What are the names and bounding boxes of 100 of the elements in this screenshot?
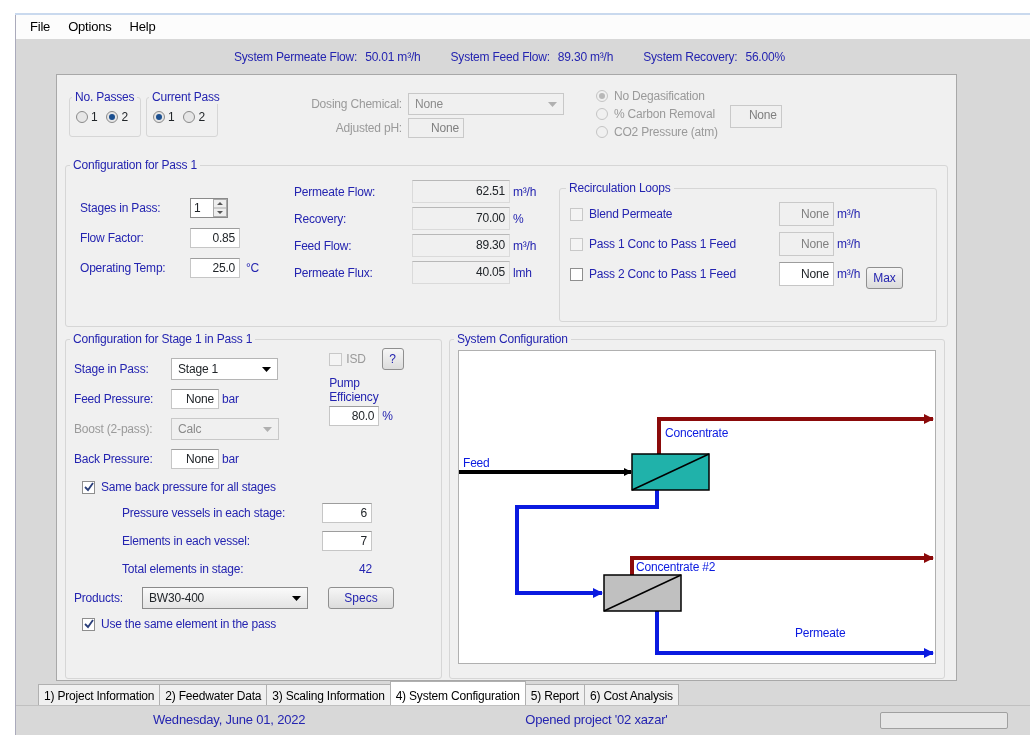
tab[interactable]: 3) Scaling Information <box>266 684 391 705</box>
radio-label: % Carbon Removal <box>614 106 715 123</box>
summary-label: System Permeate Flow: <box>234 48 358 66</box>
value-text: 42 <box>358 560 372 578</box>
field-label: Pump Efficiency <box>329 376 380 404</box>
unit-label: m³/h <box>513 183 537 201</box>
radio-label: 2 <box>121 109 128 126</box>
radio-label: 2 <box>198 109 205 126</box>
checkbox-label: Pass 1 Conc to Pass 1 Feed <box>589 236 737 253</box>
flow-label: Permeate <box>795 626 846 640</box>
summary-value: 89.30 m³/h <box>557 48 614 66</box>
input-field[interactable]: 6 <box>322 502 372 523</box>
unit-label: % <box>382 408 393 425</box>
help-button[interactable]: ? <box>381 348 404 370</box>
tab[interactable]: 1) Project Information <box>38 684 161 705</box>
tab[interactable]: 6) Cost Analysis <box>584 684 679 705</box>
dropdown-caret-icon <box>262 366 271 372</box>
checkbox[interactable] <box>82 617 95 631</box>
radio-label: CO2 Pressure (atm) <box>614 124 718 141</box>
radio-label: 1 <box>91 109 98 126</box>
flow-label: Concentrate <box>665 426 729 440</box>
readout-field: 89.30 <box>412 234 510 257</box>
field-label: Boost (2-pass): <box>74 421 154 438</box>
input-field[interactable]: 25.0 <box>190 258 240 278</box>
field-label: Permeate Flux: <box>294 264 374 282</box>
dropdown-caret-icon <box>263 426 272 432</box>
dropdown-caret-icon <box>292 595 301 601</box>
field-label: Stages in Pass: <box>80 200 162 217</box>
field-label: Pressure vessels in each stage: <box>122 504 287 522</box>
flow-label: Concentrate #2 <box>636 560 716 574</box>
field-label: Permeate Flow: <box>294 183 377 201</box>
unit-label: m³/h <box>837 206 861 223</box>
tab[interactable]: 4) System Configuration <box>389 681 526 705</box>
field-label: Use the same element in the pass <box>101 616 277 633</box>
spinner-field[interactable]: 1 <box>190 198 228 218</box>
summary-value: 56.00% <box>745 48 785 66</box>
input-field[interactable]: None <box>171 449 219 469</box>
menu-item[interactable]: File <box>30 17 51 37</box>
dropdown-caret-icon <box>548 101 557 107</box>
field-label: Recovery: <box>294 210 348 228</box>
field-label: Flow Factor: <box>80 230 145 247</box>
field-label: Elements in each vessel: <box>122 532 251 550</box>
membrane-module-icon <box>631 453 710 491</box>
radio-button[interactable] <box>153 111 165 123</box>
status-date: Wednesday, June 01, 2022 <box>153 711 306 730</box>
input-field[interactable]: None <box>779 262 834 286</box>
menu-item[interactable]: Options <box>68 17 112 37</box>
group-title: Configuration for Stage 1 in Pass 1 <box>70 332 256 346</box>
menu-item[interactable]: Help <box>129 17 156 37</box>
group-title: Configuration for Pass 1 <box>70 158 200 172</box>
checkbox-label: Pass 2 Conc to Pass 1 Feed <box>589 266 737 283</box>
radio-label: 1 <box>168 109 175 126</box>
checkbox[interactable] <box>570 267 583 281</box>
group-title: System Configuration <box>454 332 571 346</box>
field-label: Total elements in stage: <box>122 560 245 578</box>
dropdown[interactable]: Stage 1 <box>171 358 278 380</box>
radio-button[interactable] <box>183 111 196 123</box>
checkbox[interactable] <box>82 480 95 494</box>
unit-label: m³/h <box>837 266 861 283</box>
unit-label: bar <box>222 451 239 468</box>
group-title: No. Passes <box>72 90 138 104</box>
unit-label: lmh <box>513 264 532 282</box>
tab[interactable]: 2) Feedwater Data <box>159 684 268 705</box>
status-message: Opened project '02 xazar' <box>525 711 668 730</box>
radio-button[interactable] <box>106 111 119 123</box>
spinner-arrows-icon[interactable] <box>213 199 227 217</box>
field-label: Products: <box>74 590 124 607</box>
unit-label: % <box>513 210 524 228</box>
field-label: Operating Temp: <box>80 260 167 277</box>
readout-field: 40.05 <box>412 261 510 284</box>
flow-label: Feed <box>463 456 490 470</box>
field-label: Feed Pressure: <box>74 391 155 408</box>
field-label: Back Pressure: <box>74 451 154 468</box>
unit-label: °C <box>246 260 260 277</box>
summary-value: 50.01 m³/h <box>365 48 421 66</box>
membrane-module-icon <box>603 574 682 612</box>
input-field[interactable]: 7 <box>322 530 372 551</box>
input-field[interactable]: 80.0 <box>329 406 380 426</box>
unit-label: bar <box>222 391 239 408</box>
summary-label: System Recovery: <box>643 48 738 66</box>
radio-button[interactable] <box>76 111 88 123</box>
field-label: Adjusted pH: <box>334 120 403 137</box>
dropdown[interactable]: BW30-400 <box>142 587 308 609</box>
input-field[interactable]: None <box>171 389 219 409</box>
specs-button[interactable]: Specs <box>328 587 394 609</box>
unit-label: m³/h <box>513 237 537 255</box>
field-label: Dosing Chemical: <box>310 96 403 113</box>
field-label: Stage in Pass: <box>74 361 150 378</box>
unit-label: m³/h <box>837 236 861 253</box>
readout-field: 62.51 <box>412 180 510 203</box>
readout-field: 70.00 <box>412 207 510 230</box>
tab[interactable]: 5) Report <box>524 684 585 705</box>
input-field[interactable]: 0.85 <box>190 228 240 248</box>
checkbox-label: ISD <box>346 351 366 368</box>
radio-label: No Degasification <box>614 88 705 105</box>
field-label: Feed Flow: <box>294 237 353 255</box>
field-label: Same back pressure for all stages <box>101 479 276 496</box>
group-title: Recirculation Loops <box>566 181 674 195</box>
max-button[interactable]: Max <box>866 267 903 289</box>
checkbox-label: Blend Permeate <box>589 206 674 223</box>
